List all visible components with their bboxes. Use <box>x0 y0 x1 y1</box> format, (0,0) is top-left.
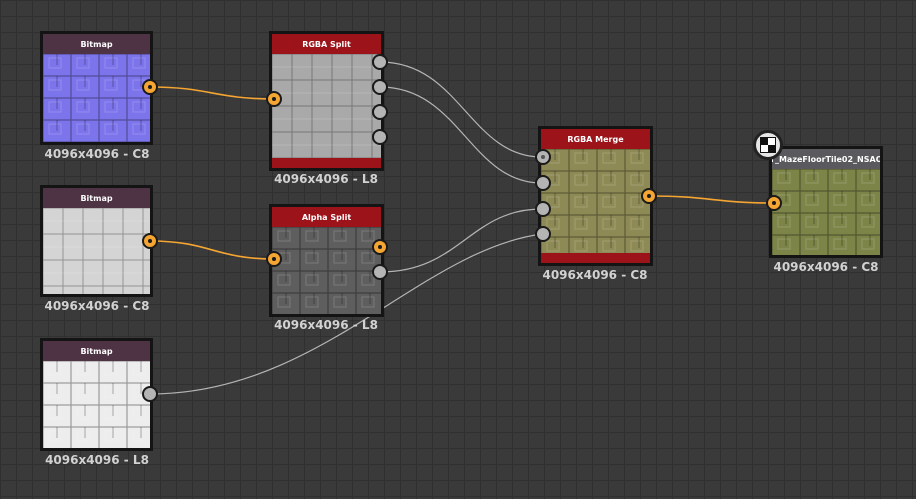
output-pin[interactable] <box>142 79 158 95</box>
thumbnail-rgba-split <box>272 54 381 158</box>
wire-split-g-to-merge <box>379 86 543 184</box>
resolution-label: 4096x4096 - C8 <box>44 147 150 161</box>
node-title: Bitmap <box>43 341 150 361</box>
input-pin-r[interactable] <box>535 149 551 165</box>
output-pin-alpha[interactable] <box>372 264 388 280</box>
thumbnail-normal-map <box>43 54 150 142</box>
resolution-label: 4096x4096 - L8 <box>274 318 378 332</box>
input-pin-g[interactable] <box>535 175 551 191</box>
output-pin-g[interactable] <box>372 79 388 95</box>
output-pin-a[interactable] <box>372 129 388 145</box>
node-title: Bitmap <box>43 34 150 54</box>
node-alpha-split[interactable]: Alpha Split <box>269 204 384 317</box>
output-pin-b[interactable] <box>372 104 388 120</box>
wire-alpha-to-merge-b <box>379 208 543 273</box>
output-pin-color[interactable] <box>372 239 388 255</box>
node-title: RGBA Split <box>272 34 381 54</box>
output-pin[interactable] <box>142 386 158 402</box>
input-pin[interactable] <box>266 91 282 107</box>
input-pin-a[interactable] <box>535 226 551 242</box>
node-bitmap-height[interactable]: Bitmap <box>40 185 153 297</box>
thumbnail-alpha-split <box>272 227 381 314</box>
resolution-label: 4096x4096 - L8 <box>45 453 149 467</box>
resolution-label: 4096x4096 - C8 <box>44 299 150 313</box>
checker-icon[interactable] <box>753 130 783 160</box>
node-output[interactable]: T_MazeFloorTile02_NSAO <box>769 146 883 258</box>
input-pin[interactable] <box>766 195 782 211</box>
node-footer <box>541 253 650 263</box>
wire-bitmap-to-rgba-split <box>149 86 275 100</box>
input-pin-b[interactable] <box>535 201 551 217</box>
thumbnail-ao-map <box>43 361 150 448</box>
thumbnail-output <box>772 169 880 255</box>
wire-split-r-to-merge <box>379 61 543 158</box>
resolution-label: 4096x4096 - L8 <box>274 172 378 186</box>
node-title: Alpha Split <box>272 207 381 227</box>
resolution-label: 4096x4096 - C8 <box>773 260 879 274</box>
node-title: RGBA Merge <box>541 129 650 149</box>
input-pin[interactable] <box>266 251 282 267</box>
thumbnail-height-map <box>43 208 150 294</box>
wire-merge-to-output <box>648 195 775 204</box>
output-pin[interactable] <box>142 233 158 249</box>
output-pin[interactable] <box>641 188 657 204</box>
node-bitmap-ao[interactable]: Bitmap <box>40 338 153 451</box>
resolution-label: 4096x4096 - C8 <box>542 268 648 282</box>
node-title: Bitmap <box>43 188 150 208</box>
node-bitmap-normal[interactable]: Bitmap <box>40 31 153 145</box>
thumbnail-rgba-merge <box>541 149 650 253</box>
node-title: T_MazeFloorTile02_NSAO <box>772 149 880 169</box>
node-rgba-merge[interactable]: RGBA Merge <box>538 126 653 266</box>
wire-bitmap-to-alpha-split <box>149 240 275 260</box>
output-pin-r[interactable] <box>372 54 388 70</box>
checker-glyph <box>760 137 776 153</box>
node-footer <box>272 158 381 168</box>
node-rgba-split[interactable]: RGBA Split <box>269 31 384 171</box>
